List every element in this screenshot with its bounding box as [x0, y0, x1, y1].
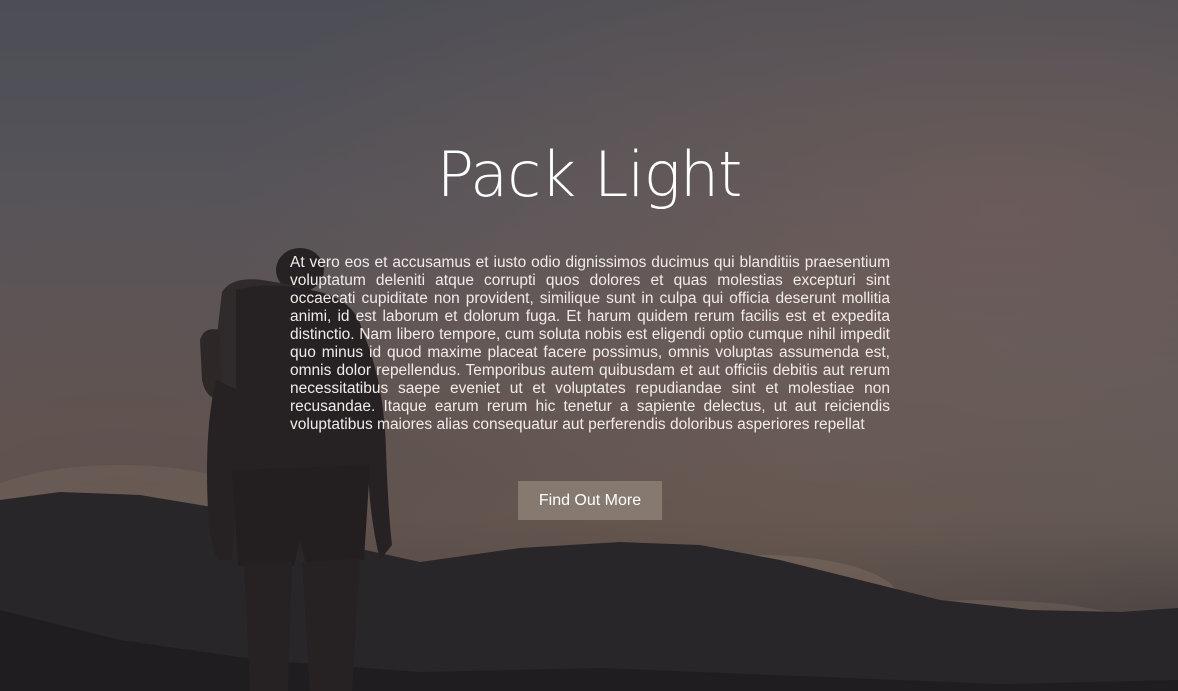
hero-content: Pack Light At vero eos et accusamus et i… — [0, 0, 1178, 691]
hero-description: At vero eos et accusamus et iusto odio d… — [290, 254, 890, 433]
hero-title: Pack Light — [436, 138, 743, 211]
hero-section: Pack Light At vero eos et accusamus et i… — [0, 0, 1178, 691]
find-out-more-button[interactable]: Find Out More — [518, 481, 662, 520]
